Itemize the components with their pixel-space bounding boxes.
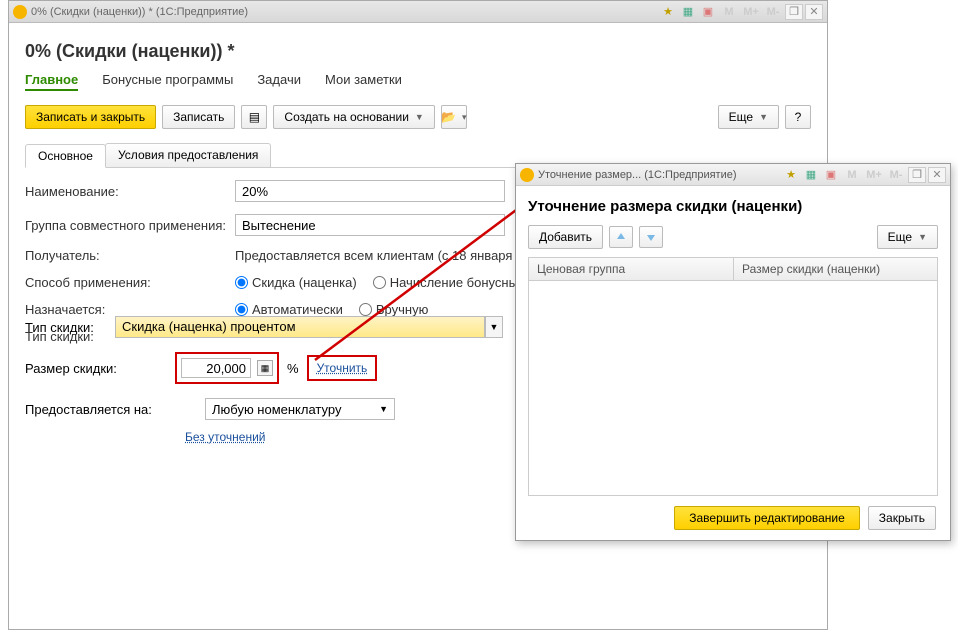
dialog-footer: Завершить редактирование Закрыть [528, 506, 938, 530]
dlg-more-button[interactable]: Еще▼ [877, 225, 938, 249]
save-close-button[interactable]: Записать и закрыть [25, 105, 156, 129]
favorite-icon[interactable]: ★ [659, 4, 677, 20]
dlg-mplus-button[interactable]: M+ [864, 167, 884, 183]
dialog-title: Уточнение размера скидки (наценки) [528, 198, 938, 215]
mminus-button[interactable]: M- [763, 4, 783, 20]
name-label: Наименование: [25, 184, 235, 199]
dialog-window-title: Уточнение размер... (1С:Предприятие) [538, 169, 737, 181]
subtab-basic[interactable]: Основное [25, 144, 106, 168]
dlg-favorite-icon[interactable]: ★ [782, 167, 800, 183]
app-icon [13, 5, 27, 19]
size-input-highlight: ▦ [175, 352, 279, 384]
size-unit: % [287, 361, 299, 376]
mplus-button[interactable]: M+ [741, 4, 761, 20]
tab-main[interactable]: Главное [25, 72, 78, 91]
applies-label: Предоставляется на: [25, 402, 205, 417]
dialog-titlebar: Уточнение размер... (1С:Предприятие) ★ ▦… [516, 164, 950, 186]
report-icon-button[interactable]: ▤ [241, 105, 267, 129]
window-maximize-icon[interactable]: ❐ [785, 4, 803, 20]
name-input[interactable] [235, 180, 505, 202]
refine-dialog: Уточнение размер... (1С:Предприятие) ★ ▦… [515, 163, 951, 541]
page-title: 0% (Скидки (наценки)) * [25, 41, 811, 62]
assigned-label: Назначается: [25, 302, 235, 317]
main-titlebar: 0% (Скидки (наценки)) * (1С:Предприятие)… [9, 1, 827, 23]
calculator-icon[interactable]: ▦ [679, 4, 697, 20]
move-down-button[interactable] [639, 226, 663, 248]
calendar-icon[interactable]: ▣ [699, 4, 717, 20]
more-button[interactable]: Еще▼ [718, 105, 779, 129]
assigned-opt-manual[interactable]: Вручную [359, 302, 428, 317]
group-input[interactable] [235, 214, 505, 236]
move-up-button[interactable] [609, 226, 633, 248]
create-based-button[interactable]: Создать на основании▼ [273, 105, 434, 129]
add-button[interactable]: Добавить [528, 225, 603, 249]
assigned-opt-auto[interactable]: Автоматически [235, 302, 343, 317]
help-button[interactable]: ? [785, 105, 811, 129]
dialog-body: Уточнение размера скидки (наценки) Добав… [516, 186, 950, 540]
dialog-toolbar: Добавить Еще▼ [528, 225, 938, 249]
applies-select[interactable]: Любую номенклатуру▼ [205, 398, 395, 420]
dlg-maximize-icon[interactable]: ❐ [908, 167, 926, 183]
dlg-calendar-icon[interactable]: ▣ [822, 167, 840, 183]
size-label: Размер скидки: [25, 361, 175, 376]
size-input[interactable] [181, 358, 251, 378]
calculator-mini-icon[interactable]: ▦ [257, 360, 273, 376]
dialog-table-header: Ценовая группа Размер скидки (наценки) [529, 258, 937, 281]
dlg-calculator-icon[interactable]: ▦ [802, 167, 820, 183]
dialog-app-icon [520, 168, 534, 182]
refine-link[interactable]: Уточнить [317, 361, 368, 375]
refine-highlight: Уточнить [307, 355, 378, 381]
col-discount-size: Размер скидки (наценки) [734, 258, 937, 280]
dlg-m-button[interactable]: M [842, 167, 862, 183]
col-price-group: Ценовая группа [529, 258, 734, 280]
finish-edit-button[interactable]: Завершить редактирование [674, 506, 860, 530]
attach-icon-button[interactable]: 📂▾ [441, 105, 467, 129]
recipient-label: Получатель: [25, 248, 235, 263]
method-opt-discount[interactable]: Скидка (наценка) [235, 275, 357, 290]
window-close-icon[interactable]: ✕ [805, 4, 823, 20]
subtab-conditions[interactable]: Условия предоставления [105, 143, 271, 167]
dialog-table[interactable]: Ценовая группа Размер скидки (наценки) [528, 257, 938, 496]
group-label: Группа совместного применения: [25, 218, 235, 233]
tab-notes[interactable]: Мои заметки [325, 72, 402, 91]
close-button[interactable]: Закрыть [868, 506, 936, 530]
dlg-close-icon[interactable]: ✕ [928, 167, 946, 183]
type-label-2: Тип скидки: [25, 320, 115, 335]
no-refine-link[interactable]: Без уточнений [185, 430, 265, 444]
window-title: 0% (Скидки (наценки)) * (1С:Предприятие) [31, 6, 248, 18]
dlg-mminus-button[interactable]: M- [886, 167, 906, 183]
method-label: Способ применения: [25, 275, 235, 290]
nav-tabs: Главное Бонусные программы Задачи Мои за… [25, 72, 811, 91]
tab-bonus[interactable]: Бонусные программы [102, 72, 233, 91]
m-button[interactable]: M [719, 4, 739, 20]
main-toolbar: Записать и закрыть Записать ▤ Создать на… [25, 105, 811, 129]
tab-tasks[interactable]: Задачи [257, 72, 301, 91]
type-caret-icon[interactable]: ▼ [485, 316, 503, 338]
save-button[interactable]: Записать [162, 105, 235, 129]
type-select[interactable]: Скидка (наценка) процентом [115, 316, 485, 338]
